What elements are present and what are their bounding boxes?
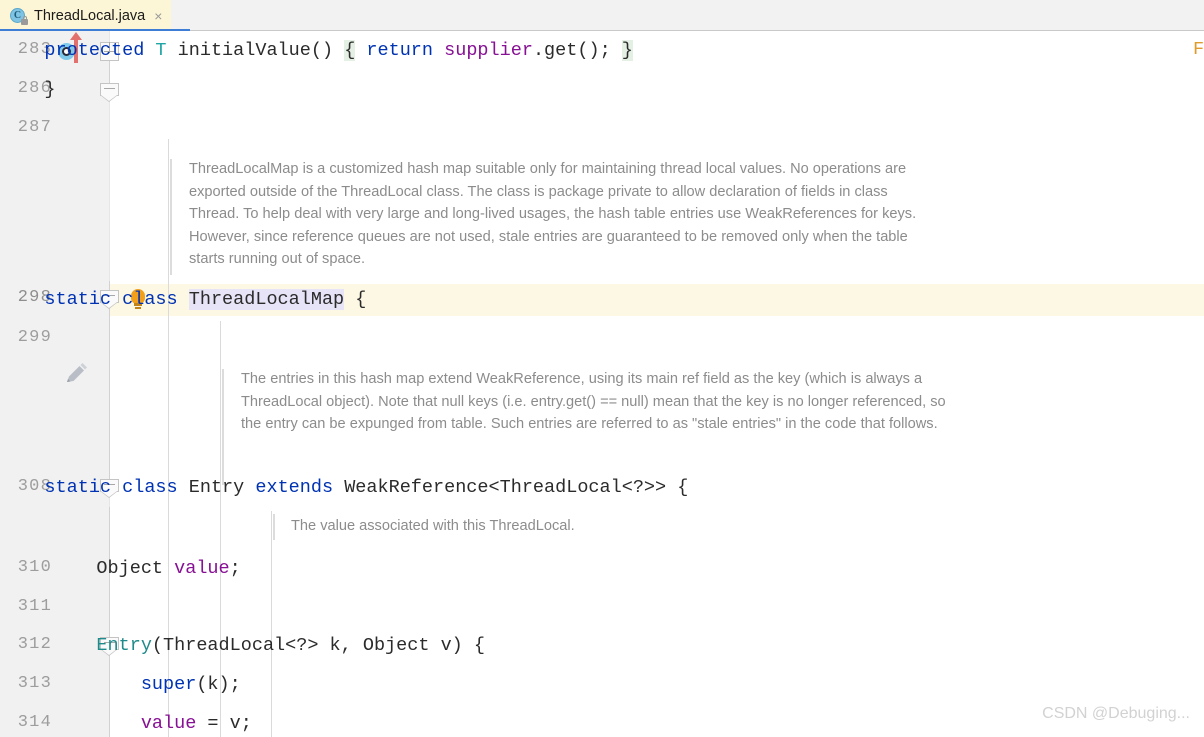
code-token-keyword: protected — [0, 40, 145, 61]
line-number: 311 — [17, 597, 52, 616]
code-token-field: value — [174, 558, 230, 579]
indent-guide — [271, 655, 272, 737]
fold-collapse-marker[interactable] — [100, 83, 119, 102]
fold-rail — [109, 281, 110, 491]
code-token-brace: } — [0, 79, 56, 100]
close-icon[interactable]: × — [154, 9, 162, 23]
code-line-314[interactable]: value = v; — [52, 713, 252, 735]
fold-rail — [109, 507, 110, 737]
javadoc-value-field[interactable]: The value associated with this ThreadLoc… — [291, 515, 951, 538]
code-token-keyword-return: return — [355, 40, 445, 61]
code-token-supertype: WeakReference<ThreadLocal<?>> { — [344, 477, 689, 498]
code-token-assign: = v; — [196, 713, 252, 734]
code-token-call: .get(); — [532, 40, 622, 61]
code-token-type: T — [144, 40, 178, 61]
code-editor[interactable]: 283 286 287 298 299 308 310 311 312 313 … — [0, 31, 1204, 737]
java-class-icon: C — [10, 7, 28, 25]
line-number: 314 — [17, 713, 52, 732]
code-token-keyword: static class — [0, 477, 189, 498]
code-token-punct: () — [310, 40, 345, 61]
code-token-params: (ThreadLocal<?> k, Object v) { — [151, 635, 485, 656]
line-number: 287 — [17, 118, 52, 137]
code-token-field: supplier — [444, 40, 533, 61]
code-line-313[interactable]: super(k); — [52, 674, 241, 696]
clipped-glyph: F — [1193, 39, 1204, 60]
code-token-constructor: Entry — [52, 635, 152, 656]
code-line-312[interactable]: Entry(ThreadLocal<?> k, Object v) { — [52, 635, 485, 657]
editor-tab-bar: C ThreadLocal.java × — [0, 0, 1204, 32]
pencil-edit-icon[interactable] — [63, 361, 89, 387]
tab-threadlocal-java[interactable]: C ThreadLocal.java × — [0, 0, 172, 31]
code-token-brace-close: } — [621, 40, 633, 61]
javadoc-bar — [273, 514, 275, 540]
code-line-283[interactable]: protected T initialValue() { return supp… — [0, 40, 633, 62]
code-token-brace-open: { — [344, 40, 356, 61]
code-line-286[interactable]: } — [0, 79, 56, 101]
code-line-298[interactable]: static class ThreadLocalMap { — [0, 289, 366, 311]
code-token-brace: { — [344, 289, 367, 310]
line-number: 299 — [17, 328, 52, 347]
code-token-keyword-super: super — [52, 674, 197, 695]
tab-title: ThreadLocal.java — [34, 7, 146, 24]
code-token-method: initialValue — [177, 40, 311, 61]
code-token-type: Object — [52, 558, 175, 579]
code-line-308[interactable]: static class Entry extends WeakReference… — [0, 477, 688, 499]
code-token-keyword-extends: extends — [255, 477, 345, 498]
line-number: 312 — [17, 635, 52, 654]
javadoc-bar — [170, 159, 172, 275]
code-token-field: value — [52, 713, 197, 734]
code-token-classname: Entry — [188, 477, 256, 498]
code-line-310[interactable]: Object value; — [52, 558, 241, 580]
javadoc-threadlocalmap[interactable]: ThreadLocalMap is a customized hash map … — [189, 158, 931, 271]
code-token-classname: ThreadLocalMap — [188, 289, 345, 310]
code-token-args: (k); — [196, 674, 241, 695]
code-token-punct: ; — [229, 558, 241, 579]
code-token-keyword: static class — [0, 289, 189, 310]
watermark: CSDN @Debuging... — [1042, 705, 1190, 722]
javadoc-bar — [222, 369, 224, 485]
line-number: 313 — [17, 674, 52, 693]
javadoc-entry[interactable]: The entries in this hash map extend Weak… — [241, 368, 957, 436]
line-number: 310 — [17, 558, 52, 577]
